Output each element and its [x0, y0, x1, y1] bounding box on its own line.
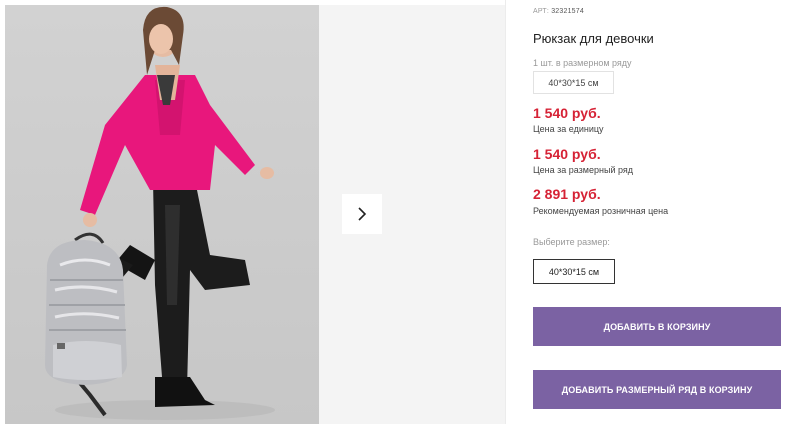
add-to-cart-button[interactable]: ДОБАВИТЬ В КОРЗИНУ — [533, 307, 781, 346]
retail-price: 2 891 руб. — [533, 186, 601, 202]
unit-price: 1 540 руб. — [533, 105, 601, 121]
size-option[interactable]: 40*30*15 см — [533, 259, 615, 284]
size-row-price: 1 540 руб. — [533, 146, 601, 162]
add-size-row-to-cart-button[interactable]: ДОБАВИТЬ РАЗМЕРНЫЙ РЯД В КОРЗИНУ — [533, 370, 781, 409]
next-photo-button[interactable] — [342, 194, 382, 234]
product-title: Рюкзак для девочки — [533, 31, 654, 46]
retail-price-label: Рекомендуемая розничная цена — [533, 206, 669, 216]
chevron-right-icon — [358, 207, 367, 221]
article-number: АРТ: 32321574 — [533, 8, 584, 15]
product-photo[interactable] — [5, 5, 319, 424]
product-gallery — [0, 0, 505, 424]
size-row-price-label: Цена за размерный ряд — [533, 165, 634, 175]
column-divider — [505, 0, 506, 424]
article-value: 32321574 — [551, 8, 584, 15]
unit-price-label: Цена за единицу — [533, 124, 604, 134]
pack-size-chip: 40*30*15 см — [533, 71, 614, 94]
article-label: АРТ: — [533, 8, 550, 15]
size-prompt: Выберите размер: — [533, 237, 610, 247]
pack-note: 1 шт. в размерном ряду — [533, 58, 632, 68]
product-info: АРТ: 32321574 Рюкзак для девочки 1 шт. в… — [533, 0, 793, 424]
